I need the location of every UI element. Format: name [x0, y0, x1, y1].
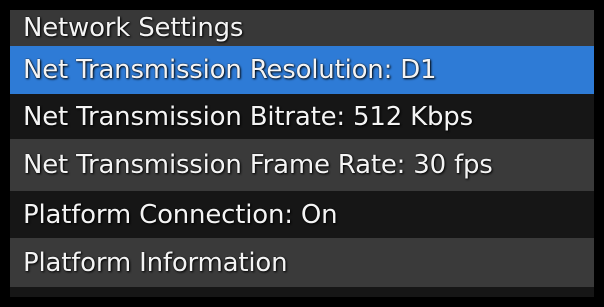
menu-item-net-transmission-frame-rate[interactable]: Net Transmission Frame Rate: 30 fps [10, 139, 594, 191]
menu-bottom-padding [10, 287, 594, 297]
network-settings-menu: Network Settings Net Transmission Resolu… [10, 10, 594, 297]
menu-item-net-transmission-bitrate[interactable]: Net Transmission Bitrate: 512 Kbps [10, 94, 594, 139]
menu-item-net-transmission-resolution[interactable]: Net Transmission Resolution: D1 [10, 46, 594, 94]
menu-item-platform-connection[interactable]: Platform Connection: On [10, 191, 594, 238]
menu-title: Network Settings [10, 10, 594, 46]
menu-item-platform-information[interactable]: Platform Information [10, 238, 594, 287]
